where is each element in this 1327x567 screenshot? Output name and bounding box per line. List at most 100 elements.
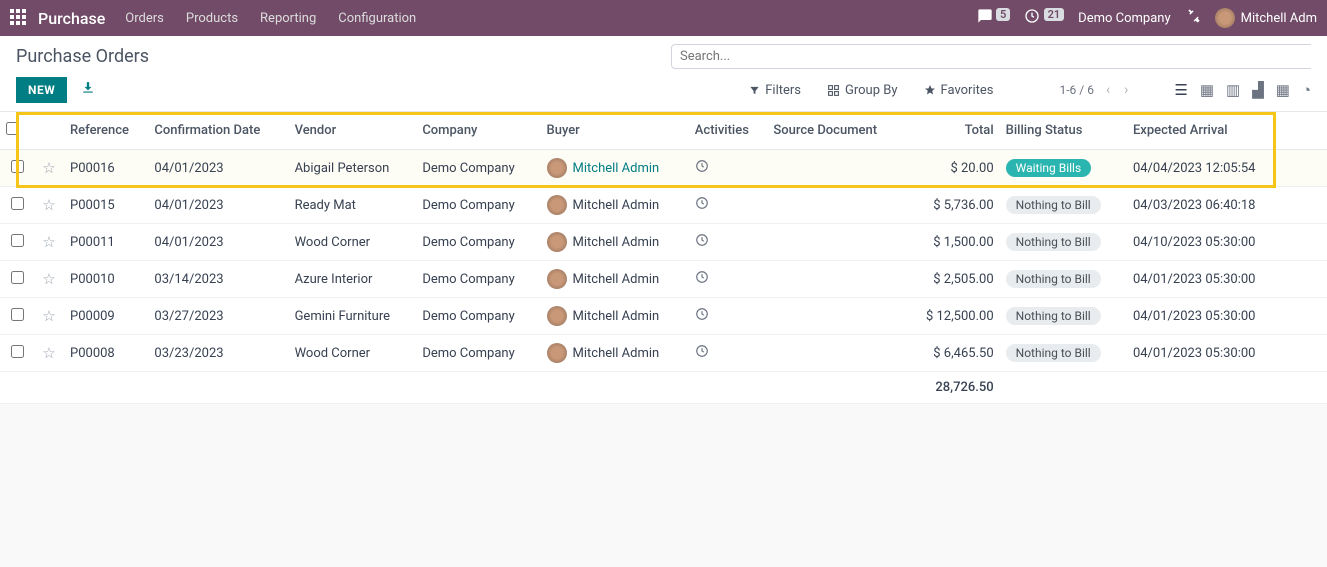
star-icon[interactable]: ☆ — [42, 344, 55, 362]
view-graph-icon[interactable]: ▟ — [1252, 81, 1264, 99]
row-checkbox[interactable] — [11, 234, 24, 247]
cell-buyer: Mitchell Admin — [541, 261, 689, 298]
star-icon[interactable]: ☆ — [42, 159, 55, 177]
company-switcher[interactable]: Demo Company — [1078, 11, 1170, 26]
cell-vendor: Wood Corner — [289, 335, 417, 372]
col-source[interactable]: Source Document — [767, 112, 905, 150]
app-brand[interactable]: Purchase — [38, 9, 105, 28]
cell-buyer: Mitchell Admin — [541, 150, 689, 187]
table-row[interactable]: ☆P0001604/01/2023Abigail PetersonDemo Co… — [0, 150, 1327, 187]
col-activities[interactable]: Activities — [689, 112, 768, 150]
view-pivot-icon[interactable]: ▥ — [1226, 81, 1240, 99]
col-confirmation[interactable]: Confirmation Date — [148, 112, 288, 150]
col-total[interactable]: Total — [905, 112, 1000, 150]
billing-badge: Nothing to Bill — [1006, 307, 1101, 325]
pager-prev[interactable]: ‹ — [1104, 82, 1112, 98]
apps-icon[interactable] — [10, 9, 28, 27]
messages-icon[interactable]: 5 — [977, 8, 1011, 28]
table-row[interactable]: ☆P0001504/01/2023Ready MatDemo CompanyMi… — [0, 187, 1327, 224]
main-menu: Orders Products Reporting Configuration — [125, 11, 416, 26]
row-checkbox[interactable] — [11, 345, 24, 358]
orders-table: Reference Confirmation Date Vendor Compa… — [0, 112, 1327, 404]
billing-badge: Nothing to Bill — [1006, 344, 1101, 362]
col-buyer[interactable]: Buyer — [541, 112, 689, 150]
table-row[interactable]: ☆P0001003/14/2023Azure InteriorDemo Comp… — [0, 261, 1327, 298]
star-icon[interactable]: ☆ — [42, 196, 55, 214]
cell-company: Demo Company — [416, 150, 540, 187]
top-nav: Purchase Orders Products Reporting Confi… — [0, 0, 1327, 36]
table-row[interactable]: ☆P0000903/27/2023Gemini FurnitureDemo Co… — [0, 298, 1327, 335]
cell-reference: P00009 — [64, 298, 148, 335]
col-expected[interactable]: Expected Arrival — [1127, 112, 1287, 150]
clock-icon — [695, 161, 709, 177]
cell-total: $ 5,736.00 — [905, 187, 1000, 224]
view-activity-icon[interactable]: ◔ — [1302, 81, 1311, 99]
cell-vendor: Wood Corner — [289, 224, 417, 261]
cell-company: Demo Company — [416, 298, 540, 335]
filters-toggle[interactable]: Filters — [749, 83, 801, 98]
table-row[interactable]: ☆P0001104/01/2023Wood CornerDemo Company… — [0, 224, 1327, 261]
col-reference[interactable]: Reference — [64, 112, 148, 150]
cell-company: Demo Company — [416, 335, 540, 372]
star-icon[interactable]: ☆ — [42, 233, 55, 251]
favorites-toggle[interactable]: Favorites — [924, 83, 994, 98]
clock-icon — [695, 309, 709, 325]
cell-expected: 04/01/2023 05:30:00 — [1127, 261, 1287, 298]
row-checkbox[interactable] — [11, 308, 24, 321]
col-billing[interactable]: Billing Status — [1000, 112, 1127, 150]
download-icon[interactable] — [81, 81, 95, 99]
view-list-icon[interactable]: ☰ — [1174, 81, 1187, 99]
cell-billing: Nothing to Bill — [1000, 261, 1127, 298]
select-all-checkbox[interactable] — [6, 122, 19, 135]
avatar-icon — [547, 232, 567, 252]
page-title: Purchase Orders — [16, 46, 149, 67]
cell-reference: P00011 — [64, 224, 148, 261]
cell-reference: P00015 — [64, 187, 148, 224]
menu-configuration[interactable]: Configuration — [338, 11, 416, 26]
col-company[interactable]: Company — [416, 112, 540, 150]
cell-activities[interactable] — [689, 298, 768, 335]
activities-icon[interactable]: 21 — [1024, 8, 1064, 28]
cell-activities[interactable] — [689, 150, 768, 187]
cell-expected: 04/03/2023 06:40:18 — [1127, 187, 1287, 224]
view-kanban-icon[interactable]: ▦ — [1200, 81, 1214, 99]
cell-confirmation: 04/01/2023 — [148, 187, 288, 224]
cell-company: Demo Company — [416, 224, 540, 261]
table-row[interactable]: ☆P0000803/23/2023Wood CornerDemo Company… — [0, 335, 1327, 372]
cell-expected: 04/01/2023 05:30:00 — [1127, 335, 1287, 372]
star-icon[interactable]: ☆ — [42, 307, 55, 325]
groupby-toggle[interactable]: Group By — [827, 83, 898, 98]
view-switcher: ☰ ▦ ▥ ▟ ▦ ◔ — [1174, 81, 1311, 99]
clock-icon — [695, 235, 709, 251]
clock-icon — [695, 346, 709, 362]
cell-buyer: Mitchell Admin — [541, 187, 689, 224]
row-checkbox[interactable] — [11, 197, 24, 210]
menu-orders[interactable]: Orders — [125, 11, 164, 26]
row-checkbox[interactable] — [11, 160, 24, 173]
row-checkbox[interactable] — [11, 271, 24, 284]
cell-source — [767, 298, 905, 335]
col-vendor[interactable]: Vendor — [289, 112, 417, 150]
pager-next[interactable]: › — [1122, 82, 1130, 98]
debug-icon[interactable] — [1185, 8, 1201, 28]
cell-activities[interactable] — [689, 224, 768, 261]
cell-activities[interactable] — [689, 261, 768, 298]
cell-billing: Nothing to Bill — [1000, 187, 1127, 224]
control-bar: Purchase Orders NEW Filters Group By Fav… — [0, 36, 1327, 112]
star-icon[interactable]: ☆ — [42, 270, 55, 288]
billing-badge: Nothing to Bill — [1006, 270, 1101, 288]
menu-products[interactable]: Products — [186, 11, 238, 26]
cell-activities[interactable] — [689, 335, 768, 372]
menu-reporting[interactable]: Reporting — [260, 11, 316, 26]
cell-activities[interactable] — [689, 187, 768, 224]
cell-billing: Nothing to Bill — [1000, 335, 1127, 372]
new-button[interactable]: NEW — [16, 77, 67, 103]
cell-buyer: Mitchell Admin — [541, 224, 689, 261]
user-menu[interactable]: Mitchell Adm — [1215, 8, 1317, 28]
cell-expected: 04/01/2023 05:30:00 — [1127, 298, 1287, 335]
billing-badge: Waiting Bills — [1006, 159, 1092, 177]
view-calendar-icon[interactable]: ▦ — [1276, 81, 1290, 99]
cell-source — [767, 187, 905, 224]
search-input[interactable] — [671, 44, 1311, 69]
avatar-icon — [547, 343, 567, 363]
